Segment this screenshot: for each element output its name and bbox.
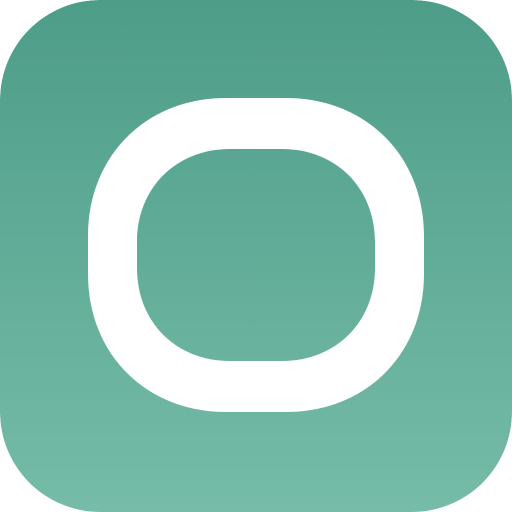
icon-background — [0, 0, 512, 512]
app-icon-graphic — [0, 0, 512, 512]
app-icon[interactable] — [0, 0, 512, 512]
